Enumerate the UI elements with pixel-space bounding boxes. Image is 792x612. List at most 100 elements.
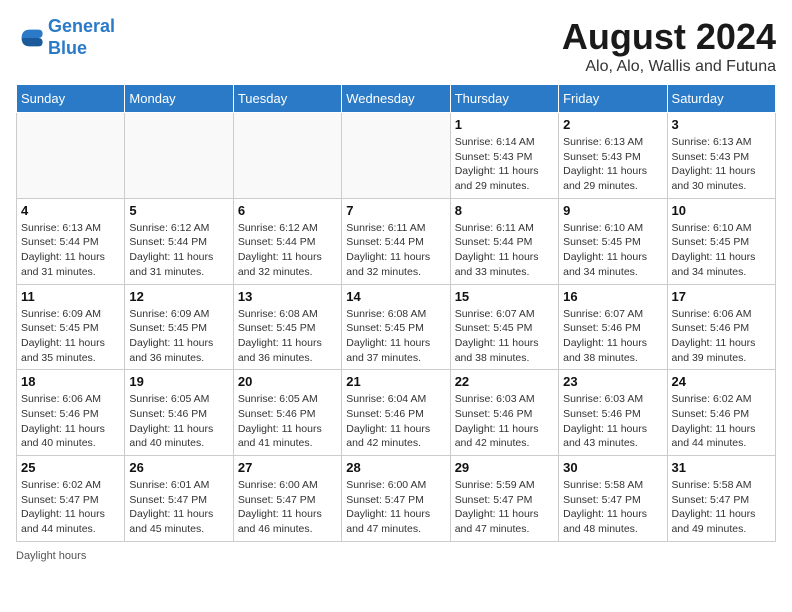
day-number: 30 — [563, 460, 662, 475]
day-number: 8 — [455, 203, 554, 218]
calendar-day-header: Tuesday — [233, 85, 341, 113]
day-number: 24 — [672, 374, 771, 389]
day-number: 7 — [346, 203, 445, 218]
calendar-day-header: Thursday — [450, 85, 558, 113]
page-title: August 2024 — [562, 16, 776, 58]
day-info: Sunrise: 6:13 AMSunset: 5:43 PMDaylight:… — [672, 135, 771, 194]
day-number: 12 — [129, 289, 228, 304]
calendar-cell — [17, 113, 125, 199]
day-info: Sunrise: 6:05 AMSunset: 5:46 PMDaylight:… — [238, 392, 337, 451]
day-info: Sunrise: 6:02 AMSunset: 5:47 PMDaylight:… — [21, 478, 120, 537]
calendar-day-header: Wednesday — [342, 85, 450, 113]
day-info: Sunrise: 6:08 AMSunset: 5:45 PMDaylight:… — [238, 307, 337, 366]
day-info: Sunrise: 5:58 AMSunset: 5:47 PMDaylight:… — [672, 478, 771, 537]
day-info: Sunrise: 6:05 AMSunset: 5:46 PMDaylight:… — [129, 392, 228, 451]
day-number: 31 — [672, 460, 771, 475]
calendar-cell: 30 Sunrise: 5:58 AMSunset: 5:47 PMDayligh… — [559, 456, 667, 542]
day-info: Sunrise: 6:10 AMSunset: 5:45 PMDaylight:… — [563, 221, 662, 280]
day-info: Sunrise: 6:06 AMSunset: 5:46 PMDaylight:… — [672, 307, 771, 366]
calendar-cell: 20 Sunrise: 6:05 AMSunset: 5:46 PMDayligh… — [233, 370, 341, 456]
day-info: Sunrise: 6:09 AMSunset: 5:45 PMDaylight:… — [129, 307, 228, 366]
calendar-cell: 25Sunrise: 6:02 AMSunset: 5:47 PMDayligh… — [17, 456, 125, 542]
calendar-day-header: Saturday — [667, 85, 775, 113]
logo: General Blue — [16, 16, 115, 59]
calendar-cell: 3 Sunrise: 6:13 AMSunset: 5:43 PMDaylight… — [667, 113, 775, 199]
calendar-week-row: 4Sunrise: 6:13 AMSunset: 5:44 PMDaylight… — [17, 198, 776, 284]
day-number: 20 — [238, 374, 337, 389]
day-info: Sunrise: 6:04 AMSunset: 5:46 PMDaylight:… — [346, 392, 445, 451]
calendar-day-header: Sunday — [17, 85, 125, 113]
calendar-table: SundayMondayTuesdayWednesdayThursdayFrid… — [16, 84, 776, 542]
day-info: Sunrise: 6:00 AMSunset: 5:47 PMDaylight:… — [238, 478, 337, 537]
logo-icon — [16, 24, 44, 52]
day-number: 3 — [672, 117, 771, 132]
calendar-cell: 8 Sunrise: 6:11 AMSunset: 5:44 PMDaylight… — [450, 198, 558, 284]
day-number: 23 — [563, 374, 662, 389]
calendar-cell: 10Sunrise: 6:10 AMSunset: 5:45 PMDayligh… — [667, 198, 775, 284]
day-number: 29 — [455, 460, 554, 475]
day-info: Sunrise: 5:58 AMSunset: 5:47 PMDaylight:… — [563, 478, 662, 537]
footer: Daylight hours — [16, 550, 776, 562]
calendar-cell: 17 Sunrise: 6:06 AMSunset: 5:46 PMDayligh… — [667, 284, 775, 370]
calendar-cell: 18 Sunrise: 6:06 AMSunset: 5:46 PMDayligh… — [17, 370, 125, 456]
page-header: General Blue August 2024 Alo, Alo, Walli… — [16, 16, 776, 76]
day-info: Sunrise: 6:07 AMSunset: 5:46 PMDaylight:… — [563, 307, 662, 366]
calendar-cell: 21 Sunrise: 6:04 AMSunset: 5:46 PMDayligh… — [342, 370, 450, 456]
day-number: 10 — [672, 203, 771, 218]
calendar-cell: 29 Sunrise: 5:59 AMSunset: 5:47 PMDayligh… — [450, 456, 558, 542]
daylight-label: Daylight hours — [16, 550, 86, 562]
calendar-cell: 28Sunrise: 6:00 AMSunset: 5:47 PMDayligh… — [342, 456, 450, 542]
day-number: 19 — [129, 374, 228, 389]
calendar-cell: 15 Sunrise: 6:07 AMSunset: 5:45 PMDayligh… — [450, 284, 558, 370]
calendar-week-row: 18 Sunrise: 6:06 AMSunset: 5:46 PMDayligh… — [17, 370, 776, 456]
calendar-week-row: 11 Sunrise: 6:09 AMSunset: 5:45 PMDayligh… — [17, 284, 776, 370]
calendar-cell: 6 Sunrise: 6:12 AMSunset: 5:44 PMDaylight… — [233, 198, 341, 284]
day-number: 17 — [672, 289, 771, 304]
day-info: Sunrise: 6:08 AMSunset: 5:45 PMDaylight:… — [346, 307, 445, 366]
day-number: 6 — [238, 203, 337, 218]
title-block: August 2024 Alo, Alo, Wallis and Futuna — [562, 16, 776, 76]
logo-text: General Blue — [48, 16, 115, 59]
day-info: Sunrise: 6:01 AMSunset: 5:47 PMDaylight:… — [129, 478, 228, 537]
calendar-cell: 1Sunrise: 6:14 AMSunset: 5:43 PMDaylight… — [450, 113, 558, 199]
calendar-cell — [125, 113, 233, 199]
day-info: Sunrise: 6:03 AMSunset: 5:46 PMDaylight:… — [455, 392, 554, 451]
day-number: 5 — [129, 203, 228, 218]
calendar-week-row: 1Sunrise: 6:14 AMSunset: 5:43 PMDaylight… — [17, 113, 776, 199]
day-number: 11 — [21, 289, 120, 304]
day-number: 22 — [455, 374, 554, 389]
calendar-header-row: SundayMondayTuesdayWednesdayThursdayFrid… — [17, 85, 776, 113]
day-number: 2 — [563, 117, 662, 132]
day-number: 28 — [346, 460, 445, 475]
day-number: 27 — [238, 460, 337, 475]
day-number: 18 — [21, 374, 120, 389]
day-info: Sunrise: 6:14 AMSunset: 5:43 PMDaylight:… — [455, 135, 554, 194]
day-number: 15 — [455, 289, 554, 304]
day-number: 13 — [238, 289, 337, 304]
calendar-cell: 7 Sunrise: 6:11 AMSunset: 5:44 PMDaylight… — [342, 198, 450, 284]
day-info: Sunrise: 6:13 AMSunset: 5:44 PMDaylight:… — [21, 221, 120, 280]
day-info: Sunrise: 6:13 AMSunset: 5:43 PMDaylight:… — [563, 135, 662, 194]
calendar-cell: 22 Sunrise: 6:03 AMSunset: 5:46 PMDayligh… — [450, 370, 558, 456]
calendar-cell: 26 Sunrise: 6:01 AMSunset: 5:47 PMDayligh… — [125, 456, 233, 542]
calendar-cell: 16 Sunrise: 6:07 AMSunset: 5:46 PMDayligh… — [559, 284, 667, 370]
day-info: Sunrise: 5:59 AMSunset: 5:47 PMDaylight:… — [455, 478, 554, 537]
calendar-cell: 4Sunrise: 6:13 AMSunset: 5:44 PMDaylight… — [17, 198, 125, 284]
calendar-cell: 13 Sunrise: 6:08 AMSunset: 5:45 PMDayligh… — [233, 284, 341, 370]
day-info: Sunrise: 6:12 AMSunset: 5:44 PMDaylight:… — [238, 221, 337, 280]
calendar-day-header: Monday — [125, 85, 233, 113]
day-info: Sunrise: 6:11 AMSunset: 5:44 PMDaylight:… — [346, 221, 445, 280]
day-info: Sunrise: 6:02 AMSunset: 5:46 PMDaylight:… — [672, 392, 771, 451]
day-info: Sunrise: 6:11 AMSunset: 5:44 PMDaylight:… — [455, 221, 554, 280]
day-info: Sunrise: 6:06 AMSunset: 5:46 PMDaylight:… — [21, 392, 120, 451]
calendar-cell: 31 Sunrise: 5:58 AMSunset: 5:47 PMDayligh… — [667, 456, 775, 542]
day-number: 14 — [346, 289, 445, 304]
day-number: 21 — [346, 374, 445, 389]
day-number: 16 — [563, 289, 662, 304]
calendar-cell: 27 Sunrise: 6:00 AMSunset: 5:47 PMDayligh… — [233, 456, 341, 542]
page-subtitle: Alo, Alo, Wallis and Futuna — [562, 58, 776, 76]
day-number: 26 — [129, 460, 228, 475]
day-info: Sunrise: 6:07 AMSunset: 5:45 PMDaylight:… — [455, 307, 554, 366]
calendar-cell: 23Sunrise: 6:03 AMSunset: 5:46 PMDayligh… — [559, 370, 667, 456]
calendar-week-row: 25Sunrise: 6:02 AMSunset: 5:47 PMDayligh… — [17, 456, 776, 542]
